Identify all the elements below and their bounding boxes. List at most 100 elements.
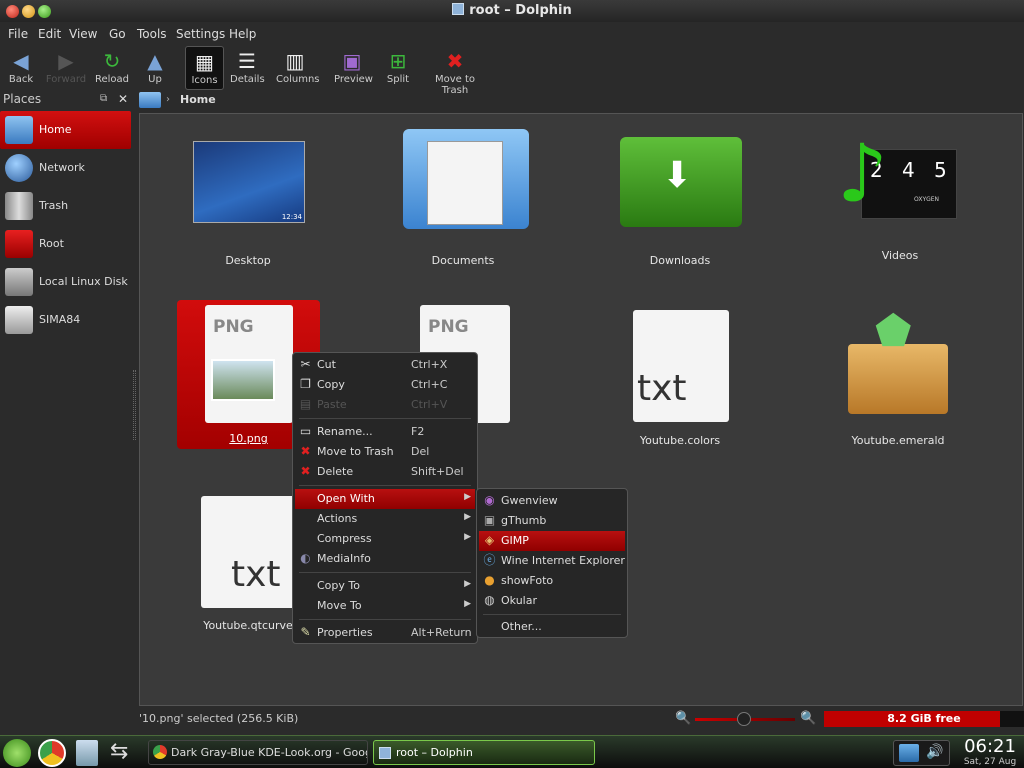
app-gimp[interactable]: ◈ GIMP (479, 531, 625, 551)
menu-item-cut[interactable]: ✂ Cut Ctrl+X (295, 355, 475, 375)
chrome-icon (153, 745, 167, 759)
zoom-slider-handle[interactable] (737, 712, 751, 726)
file-manager-launcher-icon[interactable] (76, 740, 98, 766)
menu-item-actions[interactable]: Actions ▶ (295, 509, 475, 529)
menu-file[interactable]: File (8, 27, 28, 41)
places-title: Places (3, 92, 42, 106)
menu-item-label: Actions (317, 512, 358, 525)
menu-item-rename[interactable]: ▭ Rename... F2 (295, 422, 475, 442)
menu-edit[interactable]: Edit (38, 27, 61, 41)
app-label: Gwenview (501, 494, 558, 507)
preview-label: Preview (334, 74, 373, 85)
file-item-youtube-qtcurve[interactable]: txt Youtube.qtcurve (190, 496, 306, 632)
place-root[interactable]: Root (0, 225, 131, 263)
app-gthumb[interactable]: ▣ gThumb (479, 511, 625, 531)
home-crumb-icon[interactable] (139, 92, 161, 108)
menu-item-compress[interactable]: Compress ▶ (295, 529, 475, 549)
desktop-thumbnail-icon: 12:34 (193, 141, 305, 223)
trash-can-icon (5, 192, 33, 220)
file-item-documents[interactable]: Documents (398, 124, 529, 267)
preview-icon: ▣ (342, 49, 362, 73)
window-title-text: root – Dolphin (469, 3, 572, 18)
volume-icon[interactable]: 🔊 (926, 744, 943, 760)
usb-device-notifier-icon[interactable]: ⇆ (110, 739, 128, 764)
menu-item-copy-to[interactable]: Copy To ▶ (295, 576, 475, 596)
showfoto-icon: ● (484, 573, 495, 587)
chrome-launcher-icon[interactable] (38, 739, 66, 767)
details-view-button[interactable]: ☰ Details (230, 46, 265, 90)
gimp-icon: ◈ (484, 533, 495, 547)
menu-item-delete[interactable]: ✖ Delete Shift+Del (295, 462, 475, 482)
close-panel-icon[interactable]: ✕ (118, 92, 128, 106)
split-button[interactable]: ⊞ Split (385, 46, 411, 90)
place-sima84[interactable]: SIMA84 (0, 301, 131, 339)
photo-thumbnail-icon (211, 359, 275, 401)
free-space-bar: 8.2 GiB free (824, 711, 1024, 727)
menu-view[interactable]: View (69, 27, 97, 41)
png-file-icon: PNG (205, 305, 293, 423)
zoom-out-icon[interactable]: 🔍 (675, 711, 691, 726)
app-okular[interactable]: ◍ Okular (479, 591, 625, 611)
columns-view-button[interactable]: ▥ Columns (276, 46, 320, 90)
submenu-arrow-icon: ▶ (464, 492, 471, 502)
menu-item-paste[interactable]: ▤ Paste Ctrl+V (295, 395, 475, 415)
menu-item-move-to[interactable]: Move To ▶ (295, 596, 475, 616)
menu-help[interactable]: Help (229, 27, 256, 41)
place-home[interactable]: Home (0, 111, 131, 149)
menu-item-open-with[interactable]: Open With ▶ (295, 489, 475, 509)
place-local-linux-disk[interactable]: Local Linux Disk (0, 263, 131, 301)
app-other[interactable]: Other... (479, 617, 625, 637)
klipper-icon[interactable] (899, 744, 919, 762)
kickoff-launcher-icon[interactable] (3, 739, 31, 767)
place-trash[interactable]: Trash (0, 187, 131, 225)
music-note-icon: ♪ (837, 127, 889, 220)
float-panel-icon[interactable]: ⧉ (100, 93, 107, 104)
clock-time: 06:21 (964, 736, 1016, 757)
clock[interactable]: 06:21 Sat, 27 Aug (958, 736, 1022, 768)
file-item-videos[interactable]: 2 4 5 OXYGEN ♪ Videos (835, 119, 965, 264)
menu-item-label: Delete (317, 465, 354, 478)
png-badge-text: PNG (428, 317, 469, 337)
file-item-youtube-emerald[interactable]: ⬟ Youtube.emerald (835, 304, 961, 450)
hard-disk-icon (5, 268, 33, 296)
copy-icon: ❐ (300, 377, 311, 391)
app-showfoto[interactable]: ● showFoto (479, 571, 625, 591)
file-item-youtube-colors[interactable]: txt Youtube.colors (622, 310, 738, 450)
arrow-left-icon: ◀ (13, 49, 29, 73)
menu-tools[interactable]: Tools (137, 27, 167, 41)
preview-button[interactable]: ▣ Preview (334, 46, 373, 90)
icons-label: Icons (191, 75, 218, 86)
file-item-desktop[interactable]: 12:34 Desktop (190, 139, 306, 267)
task-dolphin[interactable]: root – Dolphin (373, 740, 595, 765)
panel-splitter[interactable] (133, 370, 136, 440)
details-view-icon: ☰ (238, 49, 256, 73)
menu-item-label: Compress (317, 532, 372, 545)
menu-item-mediainfo[interactable]: ◐ MediaInfo (295, 549, 475, 569)
menu-item-copy[interactable]: ❐ Copy Ctrl+C (295, 375, 475, 395)
forward-button[interactable]: ▶ Forward (44, 46, 88, 90)
file-label: Downloads (649, 254, 711, 267)
menu-settings[interactable]: Settings (176, 27, 225, 41)
menu-separator (483, 614, 621, 615)
wine-ie-icon: ⓔ (483, 553, 496, 567)
place-network[interactable]: Network (0, 149, 131, 187)
icons-view-icon: ▦ (195, 50, 214, 74)
task-chrome[interactable]: Dark Gray-Blue KDE-Look.org - Google C (148, 740, 368, 765)
gthumb-icon: ▣ (483, 513, 496, 527)
menu-item-shortcut: Del (411, 445, 430, 458)
icons-view-button[interactable]: ▦ Icons (185, 46, 224, 90)
up-button[interactable]: ▲ Up (141, 46, 169, 90)
file-item-downloads[interactable]: ⬇ Downloads (615, 129, 745, 267)
zoom-in-icon[interactable]: 🔍 (800, 711, 816, 726)
menu-item-move-to-trash[interactable]: ✖ Move to Trash Del (295, 442, 475, 462)
back-button[interactable]: ◀ Back (4, 46, 38, 90)
title-bar[interactable]: root – Dolphin (0, 0, 1024, 22)
reload-button[interactable]: ↻ Reload (94, 46, 130, 90)
app-wine-ie[interactable]: ⓔ Wine Internet Explorer (479, 551, 625, 571)
menu-item-properties[interactable]: ✎ Properties Alt+Return (295, 623, 475, 643)
crumb-current[interactable]: Home (180, 93, 216, 106)
move-to-trash-button[interactable]: ✖ Move to Trash (423, 46, 487, 96)
arrow-up-icon: ▲ (147, 49, 163, 73)
app-gwenview[interactable]: ◉ Gwenview (479, 491, 625, 511)
menu-go[interactable]: Go (109, 27, 126, 41)
